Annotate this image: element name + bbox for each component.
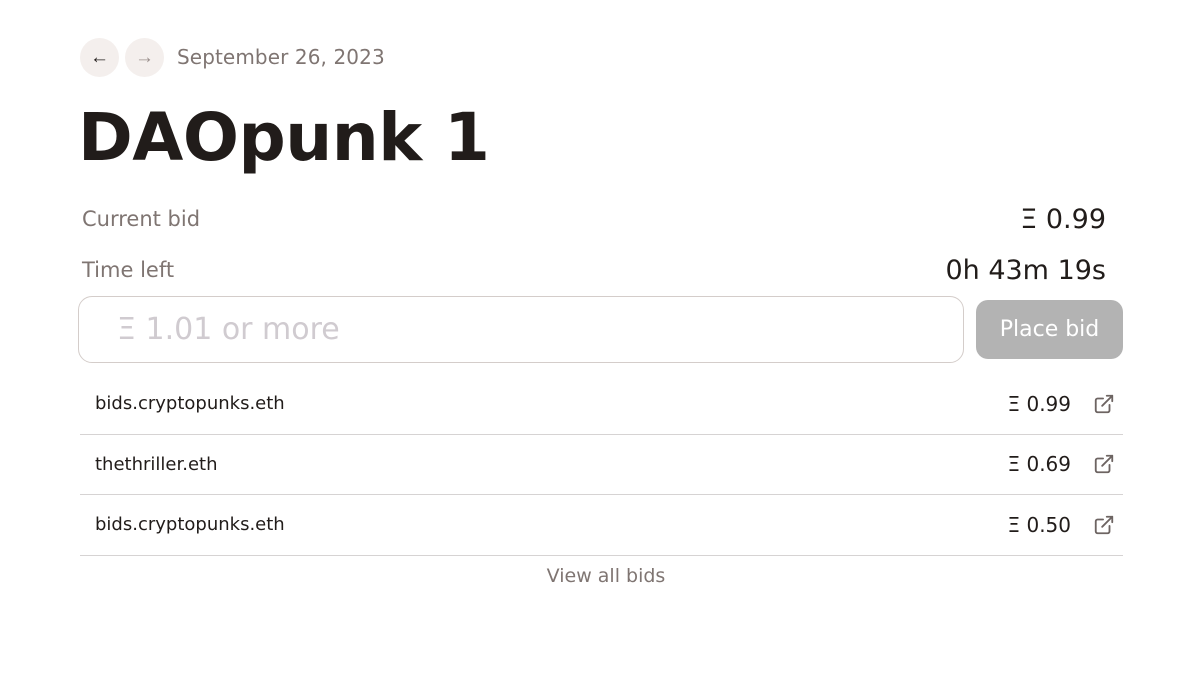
time-left-value: 0h 43m 19s [945,254,1106,286]
bid-amount: Ξ 0.69 [1007,452,1071,477]
bidder-name: thethriller.eth [95,453,218,475]
time-left-row: Time left 0h 43m 19s [82,252,1106,288]
bid-form: Place bid [78,296,1124,363]
bid-amount: Ξ 0.50 [1007,512,1071,537]
bid-row: bids.cryptopunks.eth Ξ 0.50 [80,495,1123,556]
place-bid-button[interactable]: Place bid [976,300,1123,359]
bidder-name: bids.cryptopunks.eth [95,393,285,415]
bid-row: bids.cryptopunks.eth Ξ 0.99 [80,374,1123,435]
view-all-bids-link[interactable]: View all bids [0,565,1200,587]
bid-amount-input[interactable] [78,296,964,363]
auction-date: September 26, 2023 [177,45,385,69]
page-footer-area [0,614,1200,675]
external-link-icon[interactable] [1093,393,1115,415]
auction-title: DAOpunk 1 [78,99,490,176]
arrow-left-icon: ← [90,46,109,68]
bidder-name: bids.cryptopunks.eth [95,514,285,536]
previous-auction-button[interactable]: ← [80,37,119,77]
external-link-icon[interactable] [1093,514,1115,536]
next-auction-button[interactable]: → [125,37,164,77]
auction-nav: ← → September 26, 2023 [80,37,385,77]
current-bid-label: Current bid [82,207,201,231]
bid-row: thethriller.eth Ξ 0.69 [80,435,1123,495]
time-left-label: Time left [82,258,175,282]
external-link-icon[interactable] [1093,453,1115,475]
auction-card: ← → September 26, 2023 DAOpunk 1 Current… [0,0,1200,614]
bid-amount: Ξ 0.99 [1007,391,1071,416]
bid-history-list: bids.cryptopunks.eth Ξ 0.99 thethriller.… [80,374,1123,556]
current-bid-value: Ξ 0.99 [1020,203,1106,235]
current-bid-row: Current bid Ξ 0.99 [82,200,1106,238]
arrow-right-icon: → [135,46,154,68]
